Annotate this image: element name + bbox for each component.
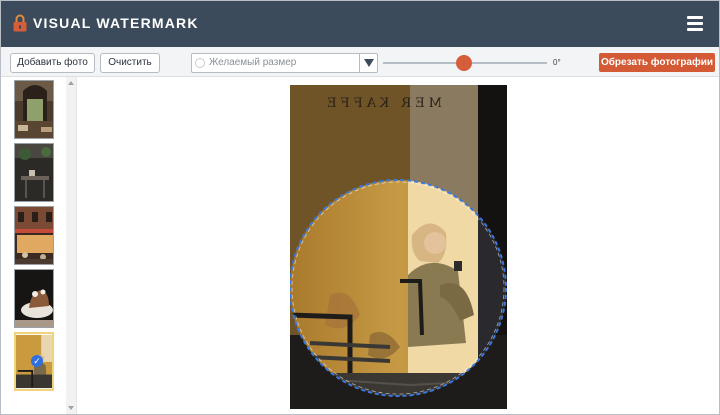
crop-photos-button[interactable]: Обрезать фотографии [599,53,715,72]
rotation-slider-handle[interactable] [456,55,472,71]
scroll-up-arrow-icon[interactable] [68,81,74,85]
add-photo-button[interactable]: Добавить фото [10,53,95,73]
lock-logo-icon [13,14,27,32]
app-title: VISUAL WATERMARK [33,15,199,31]
scroll-down-arrow-icon[interactable] [68,406,74,410]
rotation-angle-value: 0° [553,58,561,67]
selected-check-icon: ✓ [31,355,43,367]
thumbnail-woman-in-cafe[interactable]: ✓ [14,332,54,391]
desired-size-select[interactable]: Желаемый размер [191,53,378,73]
chevron-down-icon[interactable] [359,54,377,72]
thumbnail-dessert-plate[interactable] [14,269,54,328]
sidebar-scrollbar[interactable] [66,77,76,414]
app-window: VISUAL WATERMARK Добавить фото Очистить … [0,0,720,415]
thumbnail-cafe-table[interactable] [14,143,54,202]
wall-sign-text: MER KAFFE [323,96,442,111]
hamburger-menu-icon[interactable] [687,16,703,31]
size-radio[interactable] [195,58,205,68]
preview-photo: MER KAFFE [290,85,507,409]
size-select-placeholder: Желаемый размер [209,57,297,68]
thumbnail-street-storefront[interactable] [14,206,54,265]
app-header: VISUAL WATERMARK [1,1,719,47]
clear-button[interactable]: Очистить [100,53,160,73]
thumbnail-restaurant-interior[interactable] [14,80,54,139]
